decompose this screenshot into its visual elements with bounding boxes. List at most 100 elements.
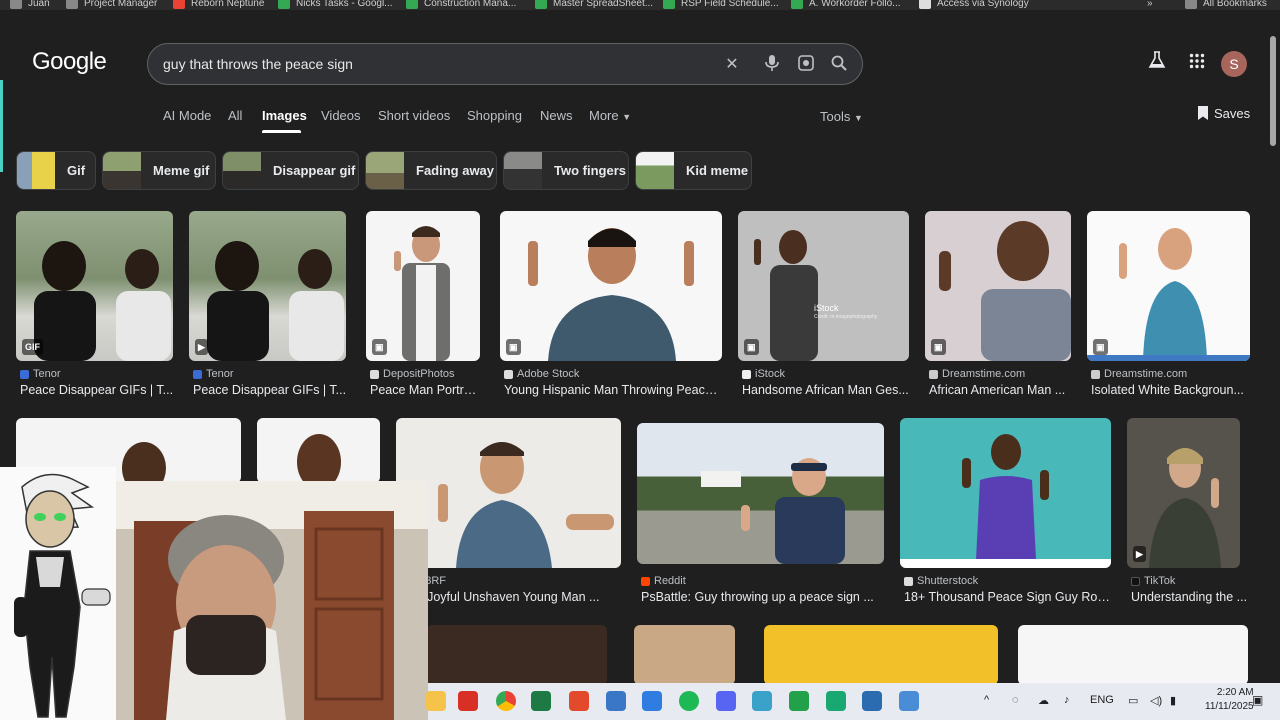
result-title[interactable]: Young Hispanic Man Throwing Peace ... [504, 383, 722, 397]
snip-icon[interactable] [569, 691, 589, 711]
tab-more[interactable]: More ▼ [589, 108, 631, 123]
image-result[interactable]: GIF Tenor Peace Disappear GIFs | T... [16, 211, 174, 401]
battery-icon[interactable]: ▮ [1170, 694, 1176, 707]
apps-grid-icon[interactable] [1185, 51, 1209, 75]
tab-videos[interactable]: Videos [321, 108, 361, 123]
result-thumbnail[interactable]: ▣ [925, 211, 1071, 361]
result-thumbnail[interactable] [396, 418, 621, 568]
chip-kid-meme[interactable]: Kid meme [635, 151, 752, 190]
result-title[interactable]: Handsome African Man Ges... [742, 383, 910, 397]
tools-button[interactable]: Tools ▼ [820, 109, 863, 124]
chip-gif[interactable]: Gif [16, 151, 96, 190]
image-result[interactable]: 123RF o Of Joyful Unshaven Young Man ... [396, 418, 622, 608]
result-thumbnail[interactable] [900, 418, 1111, 568]
acrobat-icon[interactable] [458, 691, 478, 711]
app-icon[interactable] [752, 691, 772, 711]
result-title[interactable]: 18+ Thousand Peace Sign Guy Roy... [904, 590, 1112, 604]
image-result[interactable] [764, 625, 999, 685]
labs-flask-icon[interactable] [1145, 51, 1169, 75]
tab-short-videos[interactable]: Short videos [378, 108, 450, 123]
image-result[interactable]: ▣ DepositPhotos Peace Man Portrai... [366, 211, 482, 401]
image-result[interactable] [257, 418, 381, 483]
image-result[interactable]: ▣ Adobe Stock Young Hispanic Man Throwin… [500, 211, 724, 401]
bookmark-item[interactable]: Reborn Neptune [173, 0, 264, 10]
image-result[interactable]: ▣ Dreamstime.com Isolated White Backgrou… [1087, 211, 1251, 401]
volume-icon[interactable]: ◁) [1150, 694, 1162, 707]
result-thumbnail[interactable]: GIF [16, 211, 173, 361]
microphone-icon[interactable] [762, 55, 782, 75]
excel-icon[interactable] [531, 691, 551, 711]
notepad-icon[interactable] [862, 691, 882, 711]
image-result[interactable]: ▶ Tenor Peace Disappear GIFs | T... [189, 211, 347, 401]
tab-all[interactable]: All [228, 108, 242, 123]
google-logo[interactable]: Google [32, 48, 107, 76]
result-thumbnail[interactable] [1018, 625, 1248, 685]
tab-news[interactable]: News [540, 108, 573, 123]
app-icon[interactable] [826, 691, 846, 711]
image-result[interactable]: ▣ Dreamstime.com African American Man ..… [925, 211, 1072, 401]
discord-icon[interactable] [716, 691, 736, 711]
tab-images[interactable]: Images [262, 108, 307, 123]
result-thumbnail[interactable] [634, 625, 735, 685]
result-thumbnail[interactable]: ▶ [189, 211, 346, 361]
image-result[interactable] [634, 625, 736, 685]
tab-ai-mode[interactable]: AI Mode [163, 108, 211, 123]
chip-meme-gif[interactable]: Meme gif [102, 151, 216, 190]
onedrive-icon[interactable]: ☁ [1038, 694, 1049, 707]
result-thumbnail[interactable] [637, 423, 884, 564]
bookmark-item[interactable]: Master SpreadSheet... [535, 0, 653, 10]
bookmark-item[interactable]: Nicks Tasks - Googl... [278, 0, 393, 10]
edge-icon[interactable] [642, 691, 662, 711]
saves-button[interactable]: Saves [1197, 106, 1250, 121]
image-result[interactable] [426, 625, 608, 685]
system-clock[interactable]: 2:20 AM 11/11/2025 [1205, 686, 1254, 714]
result-thumbnail[interactable]: ▣ [500, 211, 722, 361]
xbox-icon[interactable] [789, 691, 809, 711]
all-bookmarks-button[interactable]: All Bookmarks [1185, 0, 1267, 10]
result-thumbnail[interactable]: ▶ [1127, 418, 1240, 568]
chrome-icon[interactable] [496, 691, 516, 711]
bookmark-item[interactable]: Access via Synology [919, 0, 1029, 10]
clear-icon[interactable]: ✕ [722, 55, 742, 75]
account-avatar[interactable]: S [1221, 51, 1247, 77]
image-result[interactable] [1018, 625, 1249, 685]
search-box[interactable]: guy that throws the peace sign ✕ [147, 43, 863, 85]
result-title[interactable]: Isolated White Backgroun... [1091, 383, 1249, 397]
image-result[interactable]: ▶ TikTok Understanding the ... [1127, 418, 1251, 608]
result-thumbnail[interactable]: ▣ [1087, 211, 1250, 361]
result-thumbnail[interactable]: ▣ [366, 211, 480, 361]
spotify-icon[interactable] [679, 691, 699, 711]
language-indicator[interactable]: ENG [1090, 694, 1114, 706]
bookmark-item[interactable]: A. Workorder Follo... [791, 0, 901, 10]
lens-icon[interactable] [796, 55, 816, 75]
bookmarks-overflow-button[interactable]: » [1147, 0, 1153, 10]
tray-app-icon[interactable]: ◌ [1012, 694, 1019, 706]
scrollbar-thumb[interactable] [1270, 36, 1276, 146]
tray-chevron-icon[interactable]: ^ [984, 694, 989, 706]
app-s-icon[interactable] [606, 691, 626, 711]
image-result[interactable]: Reddit PsBattle: Guy throwing up a peace… [637, 423, 885, 608]
notification-icon[interactable]: ▣ [1252, 693, 1263, 707]
result-title[interactable]: African American Man ... [929, 383, 1072, 397]
bookmark-item[interactable]: RSP Field Schedule... [663, 0, 779, 10]
bookmark-item[interactable]: Project Manager [66, 0, 157, 10]
result-title[interactable]: Peace Disappear GIFs | T... [193, 383, 347, 397]
chip-fading-away[interactable]: Fading away [365, 151, 497, 190]
file-explorer-icon[interactable] [426, 691, 446, 711]
result-title[interactable]: o Of Joyful Unshaven Young Man ... [400, 590, 622, 604]
result-thumbnail[interactable]: iStock Credit: m-imagephotography ▣ [738, 211, 909, 361]
result-title[interactable]: Understanding the ... [1131, 590, 1249, 604]
bookmark-item[interactable]: Juan [10, 0, 50, 10]
result-title[interactable]: Peace Man Portrai... [370, 383, 482, 397]
tab-shopping[interactable]: Shopping [467, 108, 522, 123]
network-icon[interactable]: ▭ [1128, 694, 1138, 707]
image-result[interactable]: iStock Credit: m-imagephotography ▣ iSto… [738, 211, 910, 401]
result-thumbnail[interactable] [426, 625, 607, 685]
search-input[interactable]: guy that throws the peace sign [163, 56, 353, 72]
bookmark-item[interactable]: Construction Mana... [406, 0, 516, 10]
chip-two-fingers[interactable]: Two fingers [503, 151, 629, 190]
chip-disappear-gif[interactable]: Disappear gif [222, 151, 359, 190]
search-icon[interactable] [829, 55, 849, 75]
result-title[interactable]: PsBattle: Guy throwing up a peace sign .… [641, 590, 885, 604]
microphone-icon[interactable]: ♪ [1064, 694, 1070, 706]
